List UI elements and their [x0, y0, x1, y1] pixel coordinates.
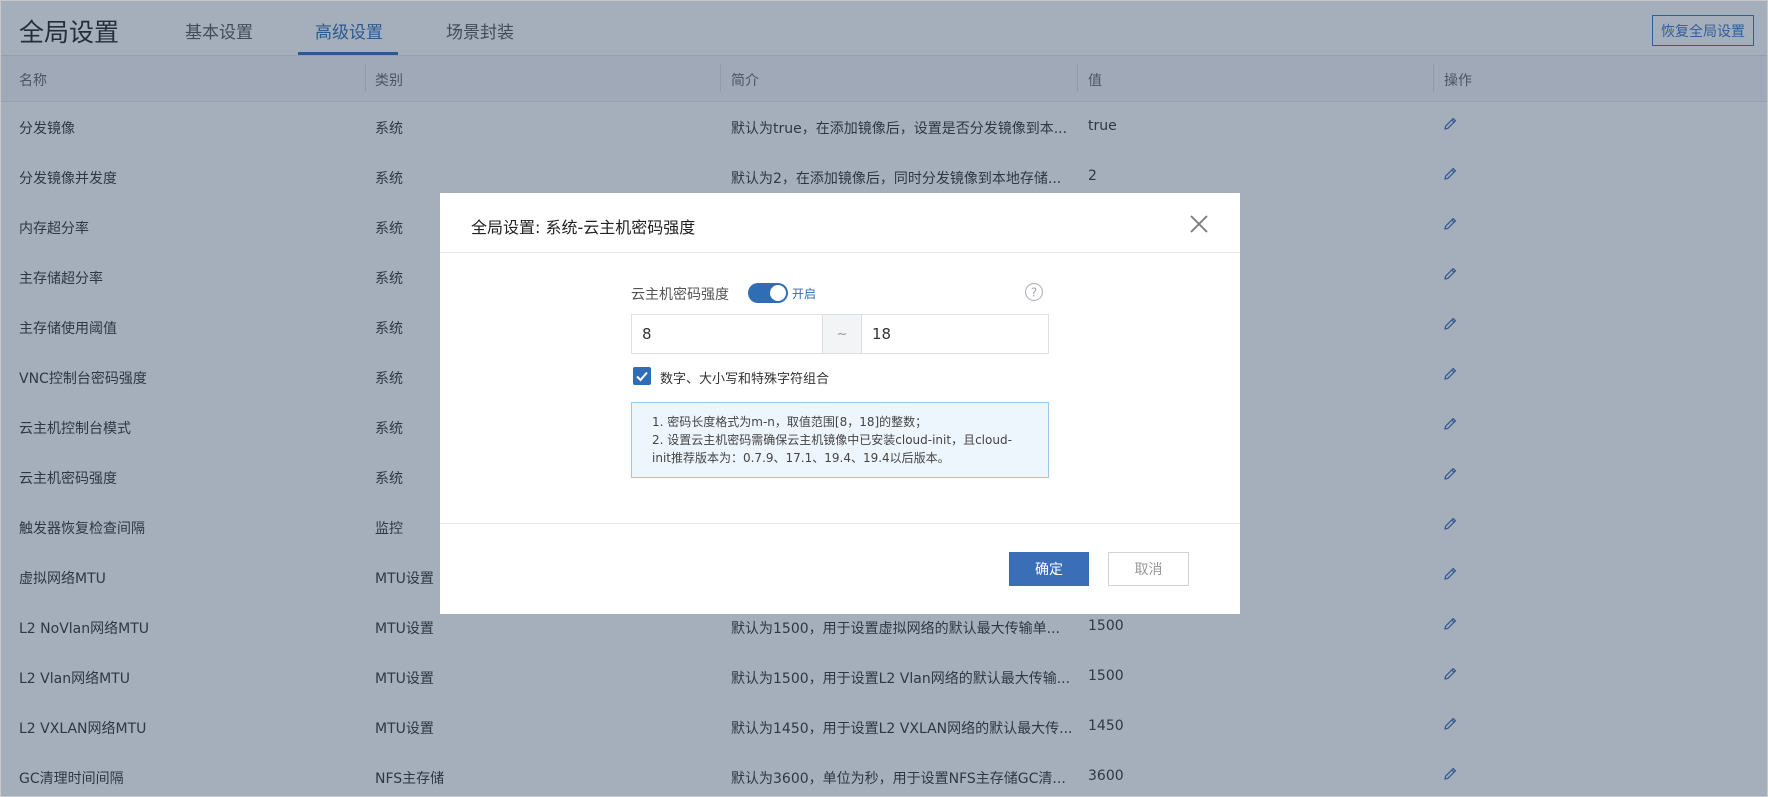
char-combination-label: 数字、大小写和特殊字符组合	[660, 372, 830, 387]
min-length-input[interactable]	[632, 315, 822, 353]
char-combination-checkbox[interactable]	[633, 367, 651, 385]
tip-line: init推荐版本为：0.7.9、17.1、19.4、19.4以后版本。	[652, 451, 950, 465]
settings-dialog: 全局设置: 系统-云主机密码强度 云主机密码强度 开启 ? ~ 数字、大小写和特…	[440, 193, 1240, 614]
close-icon[interactable]	[1188, 213, 1210, 235]
svg-text:?: ?	[1031, 286, 1037, 300]
tip-line: 2. 设置云主机密码需确保云主机镜像中已安装cloud-init，且cloud-	[652, 433, 1012, 447]
app-window: 全局设置 基本设置 高级设置 场景封装 恢复全局设置 名称 类别 简介 值 操作…	[0, 0, 1768, 797]
question-circle-icon[interactable]: ?	[1024, 282, 1044, 302]
cancel-button[interactable]: 取消	[1108, 552, 1189, 586]
password-strength-toggle[interactable]	[748, 283, 788, 303]
max-length-input[interactable]	[862, 315, 1048, 353]
range-separator: ~	[822, 315, 862, 353]
toggle-state-label: 开启	[792, 287, 817, 301]
toggle-knob	[770, 285, 786, 301]
confirm-button[interactable]: 确定	[1009, 552, 1089, 586]
dialog-title: 全局设置: 系统-云主机密码强度	[471, 218, 696, 237]
checkmark-icon	[636, 371, 648, 382]
tip-line: 1. 密码长度格式为m-n，取值范围[8，18]的整数；	[652, 415, 928, 429]
dialog-footer-divider	[440, 523, 1240, 524]
password-length-range: ~	[631, 314, 1049, 354]
password-strength-label: 云主机密码强度	[631, 287, 729, 303]
info-tip: 1. 密码长度格式为m-n，取值范围[8，18]的整数； 2. 设置云主机密码需…	[631, 402, 1049, 478]
dialog-header-divider	[440, 252, 1240, 253]
